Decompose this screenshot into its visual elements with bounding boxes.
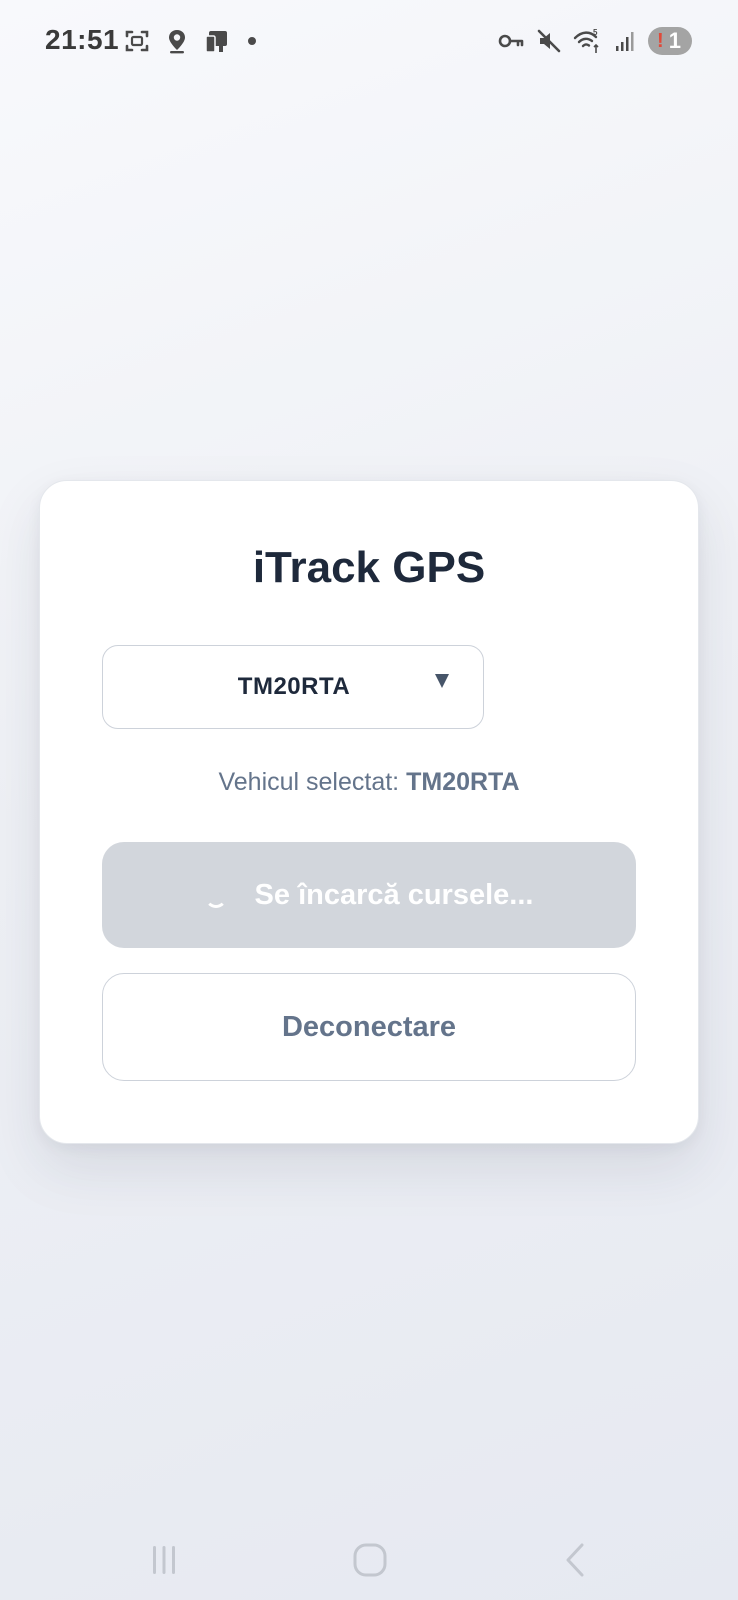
status-time: 21:51 [45,24,120,55]
wifi-icon: 5 [573,28,599,53]
phone-transfer-icon [205,31,227,53]
screenshot-icon [125,30,149,52]
selected-vehicle-value: TM20RTA [406,768,520,796]
location-pin-icon [169,30,185,54]
load-trips-label: Se încarcă cursele... [254,878,534,911]
status-right-icons: 5 ! 1 [496,26,692,56]
signal-icon [616,32,634,51]
notification-badge: ! 1 [648,27,692,55]
home-icon [353,1543,387,1577]
vehicle-select-value: TM20RTA [237,673,351,700]
recent-apps-button[interactable] [124,1520,204,1600]
app-title: iTrack GPS [252,543,486,592]
logout-button[interactable]: Deconectare [102,973,636,1081]
vehicle-select[interactable]: TM20RTA [102,645,484,729]
mute-icon [537,29,561,53]
recent-apps-icon [153,1546,175,1574]
selected-vehicle-line: Vehicul selectat: TM20RTA [40,768,698,797]
load-trips-button[interactable]: Se încarcă cursele... [102,842,636,948]
back-icon [566,1543,584,1577]
chevron-down-icon [435,674,449,688]
status-bar: 21:51 5 ! 1 [0,0,738,84]
alert-icon: ! [657,29,664,52]
status-left-icons [122,26,256,56]
selected-vehicle-label: Vehicul selectat: [218,768,400,796]
notification-count: 1 [668,28,681,53]
home-button[interactable] [330,1520,410,1600]
spinner-icon [204,886,227,908]
svg-text:5: 5 [593,28,598,37]
back-button[interactable] [536,1520,616,1600]
vpn-key-icon [498,34,524,48]
vehicle-card: iTrack GPS TM20RTA Vehicul selectat: TM2… [39,480,699,1144]
dot-icon [248,37,256,45]
logout-label: Deconectare [281,1010,457,1043]
navigation-bar [0,1520,738,1600]
